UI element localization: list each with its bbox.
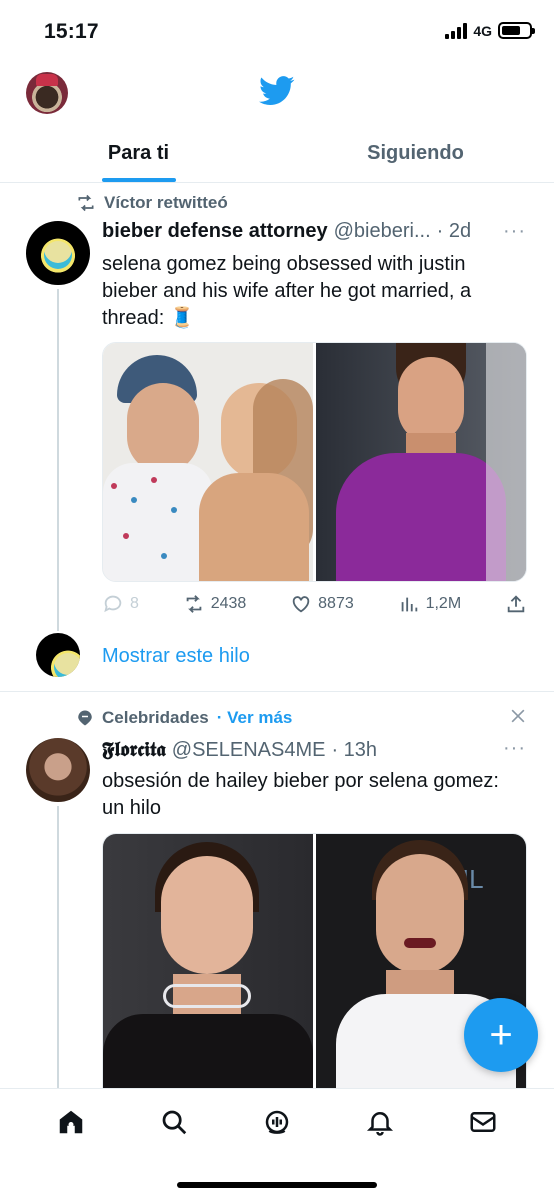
tweet-actions: 8 2438 8873 1,2M: [102, 593, 527, 615]
author-handle[interactable]: @bieberi...: [334, 220, 431, 243]
retweet-icon: [78, 194, 94, 212]
thread-avatar[interactable]: [36, 633, 80, 677]
views-button[interactable]: 1,2M: [398, 593, 461, 615]
plus-icon: +: [489, 1013, 513, 1057]
thread-line: [57, 289, 59, 631]
more-options-icon[interactable]: ···: [503, 220, 526, 243]
see-more-link[interactable]: · Ver más: [217, 708, 293, 728]
retweet-icon: [186, 595, 202, 613]
tweet-time: · 2d: [436, 220, 472, 242]
tweet-header: 𝕱𝖑𝖔𝖗𝖈𝖎𝖙𝖆 @SELENAS4ME · 13h: [102, 737, 377, 762]
signal-icon: [445, 22, 468, 39]
app-header: [0, 62, 554, 126]
tweet-media[interactable]: FIL: [102, 833, 527, 1093]
bottom-nav: [0, 1088, 554, 1200]
home-indicator: [177, 1182, 377, 1188]
close-icon[interactable]: [508, 706, 528, 726]
media-photo-selena[interactable]: [103, 834, 313, 1092]
twitter-bird-icon[interactable]: [259, 76, 295, 106]
network-type: 4G: [473, 22, 492, 39]
status-bar: 15:17 4G: [0, 0, 554, 62]
share-button[interactable]: [505, 593, 527, 615]
topic-context: Celebridades · Ver más: [76, 708, 292, 728]
mail-icon[interactable]: [468, 1107, 498, 1137]
author-name[interactable]: 𝕱𝖑𝖔𝖗𝖈𝖎𝖙𝖆: [102, 737, 166, 761]
views-icon: [401, 597, 417, 612]
more-options-icon[interactable]: ···: [503, 737, 526, 760]
status-icons: 4G: [445, 22, 535, 39]
thread-line: [57, 806, 59, 1088]
tab-siguiendo[interactable]: Siguiendo: [277, 126, 554, 182]
author-handle[interactable]: @SELENAS4ME: [172, 739, 326, 762]
heart-icon: [292, 596, 310, 613]
reply-button[interactable]: 8: [102, 593, 139, 615]
tweet-text: obsesión de hailey bieber por selena gom…: [102, 770, 499, 819]
share-icon: [507, 595, 525, 613]
tweet-text: selena gomez being obsessed with justin …: [102, 253, 472, 329]
battery-icon: [498, 22, 535, 39]
bell-icon[interactable]: [365, 1107, 395, 1137]
compose-tweet-button[interactable]: +: [464, 998, 538, 1072]
timeline-tabs: Para ti Siguiendo: [0, 126, 554, 183]
tab-para-ti[interactable]: Para ti: [0, 126, 277, 182]
status-time: 15:17: [44, 20, 99, 43]
tab-label: Siguiendo: [367, 142, 464, 164]
home-icon[interactable]: [56, 1107, 86, 1137]
topic-icon: [78, 710, 92, 726]
reply-icon: [104, 595, 122, 613]
author-avatar[interactable]: [26, 738, 90, 802]
show-thread-link[interactable]: Mostrar este hilo: [102, 645, 250, 668]
media-photo-couple[interactable]: [103, 343, 313, 581]
author-name[interactable]: bieber defense attorney: [102, 220, 328, 243]
profile-avatar[interactable]: [26, 72, 68, 114]
tweet-header: bieber defense attorney @bieberi... · 2d: [102, 220, 471, 243]
like-button[interactable]: 8873: [290, 593, 354, 615]
tweet-media[interactable]: [102, 342, 527, 582]
search-icon[interactable]: [159, 1107, 189, 1137]
media-photo-dress[interactable]: [316, 343, 526, 581]
retweet-button[interactable]: 2438: [183, 593, 246, 615]
spaces-icon[interactable]: [262, 1107, 292, 1137]
tab-label: Para ti: [107, 142, 170, 164]
tweet-time: · 13h: [331, 739, 378, 761]
retweet-context: Víctor retwitteó: [76, 193, 228, 213]
active-tab-indicator: [101, 178, 176, 182]
author-avatar[interactable]: [26, 221, 90, 285]
tweet[interactable]: Víctor retwitteó bieber defense attorney…: [0, 183, 554, 691]
